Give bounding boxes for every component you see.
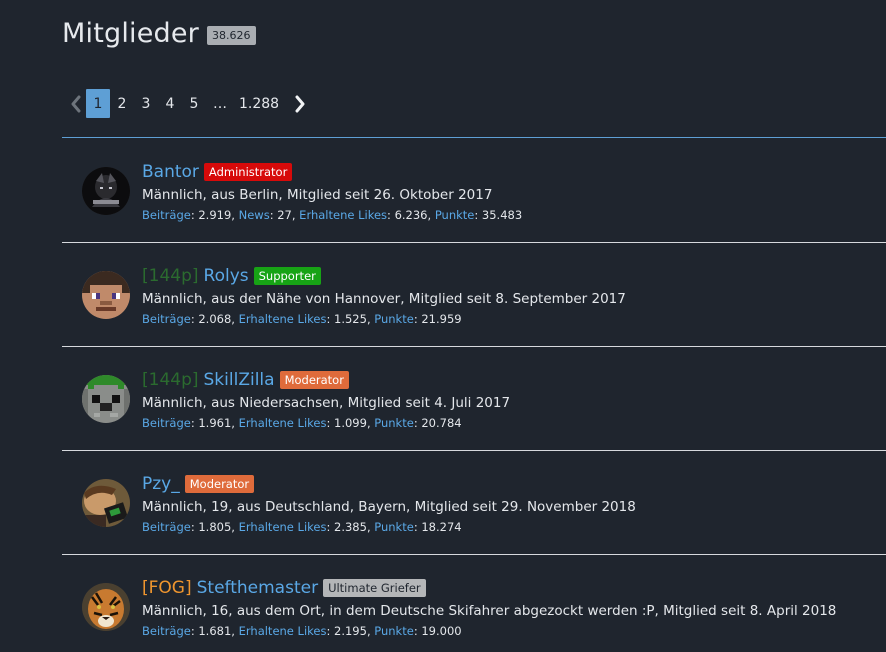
stat-value: 1.961: [198, 416, 232, 430]
page-link-3[interactable]: 3: [134, 89, 158, 118]
stat-label[interactable]: Erhaltene Likes: [239, 520, 327, 534]
avatar[interactable]: [82, 167, 130, 215]
next-page-icon[interactable]: [290, 89, 310, 118]
role-badge: Ultimate Griefer: [323, 579, 426, 597]
member-name[interactable]: Stefthemaster: [197, 578, 318, 598]
member-info: Pzy_ Moderator Männlich, 19, aus Deutsch…: [142, 473, 636, 534]
member-bio: Männlich, aus Niedersachsen, Mitglied se…: [142, 395, 511, 411]
page-ellipsis[interactable]: …: [208, 89, 232, 118]
stat-label[interactable]: Beiträge: [142, 312, 191, 326]
role-badge: Supporter: [253, 267, 321, 285]
stat-value: 1.681: [198, 624, 232, 638]
page-link-last[interactable]: 1.288: [234, 89, 284, 118]
role-badge: Moderator: [184, 475, 255, 493]
page-link-1[interactable]: 1: [86, 89, 110, 118]
stat-label[interactable]: Erhaltene Likes: [239, 624, 327, 638]
member-stats: Beiträge: 1.805, Erhaltene Likes: 2.385,…: [142, 520, 462, 534]
avatar[interactable]: [82, 583, 130, 631]
clan-tag: [FOG]: [142, 578, 192, 598]
stat-value: 2.068: [198, 312, 232, 326]
previous-page-icon[interactable]: [66, 89, 86, 118]
role-badge: Administrator: [203, 163, 293, 181]
member-row: [144p] Rolys Supporter Männlich, aus der…: [62, 243, 886, 347]
stat-label[interactable]: Erhaltene Likes: [299, 208, 387, 222]
member-bio: Männlich, aus der Nähe von Hannover, Mit…: [142, 291, 626, 307]
page-link-5[interactable]: 5: [182, 89, 206, 118]
role-badge: Moderator: [279, 371, 349, 389]
avatar[interactable]: [82, 375, 130, 423]
stat-value: 2.385: [334, 520, 367, 534]
member-bio: Männlich, aus Berlin, Mitglied seit 26. …: [142, 187, 493, 203]
stat-value: 27: [277, 208, 292, 222]
page-link-4[interactable]: 4: [158, 89, 182, 118]
stat-value: 1.525: [334, 312, 367, 326]
stat-label[interactable]: Punkte: [374, 416, 414, 430]
avatar[interactable]: [82, 479, 130, 527]
member-name[interactable]: SkillZilla: [204, 370, 275, 390]
member-info: [144p] Rolys Supporter Männlich, aus der…: [142, 265, 626, 326]
stat-label[interactable]: Beiträge: [142, 208, 191, 222]
stat-value: 19.000: [421, 624, 462, 638]
member-name[interactable]: Pzy_: [142, 474, 180, 494]
stat-label[interactable]: Beiträge: [142, 416, 191, 430]
stat-value: 2.919: [198, 208, 232, 222]
stat-value: 1.805: [198, 520, 232, 534]
member-count-badge: 38.626: [207, 26, 256, 45]
member-info: [144p] SkillZilla Moderator Männlich, au…: [142, 369, 510, 430]
stat-label[interactable]: Erhaltene Likes: [239, 416, 327, 430]
stat-label[interactable]: Beiträge: [142, 624, 191, 638]
member-bio: Männlich, 16, aus dem Ort, in dem Deutsc…: [142, 603, 837, 619]
list-top-divider: [62, 137, 886, 138]
avatar[interactable]: [82, 271, 130, 319]
member-row: [144p] SkillZilla Moderator Männlich, au…: [62, 347, 886, 451]
stat-label[interactable]: Punkte: [374, 312, 414, 326]
member-stats: Beiträge: 2.068, Erhaltene Likes: 1.525,…: [142, 312, 462, 326]
member-row: Pzy_ Moderator Männlich, 19, aus Deutsch…: [62, 451, 886, 555]
member-row: Bantor Administrator Männlich, aus Berli…: [62, 139, 886, 243]
page-link-2[interactable]: 2: [110, 89, 134, 118]
pagination: 1 2 3 4 5 … 1.288: [66, 89, 310, 118]
stat-label[interactable]: Beiträge: [142, 520, 191, 534]
page-header: Mitglieder 38.626: [62, 18, 256, 49]
member-row: [FOG] Stefthemaster Ultimate Griefer Män…: [62, 555, 886, 652]
stat-label[interactable]: Punkte: [435, 208, 475, 222]
stat-value: 18.274: [421, 520, 462, 534]
member-stats: Beiträge: 1.681, Erhaltene Likes: 2.195,…: [142, 624, 462, 638]
member-name[interactable]: Bantor: [142, 162, 199, 182]
clan-tag: [144p]: [142, 370, 199, 390]
stat-value: 6.236: [394, 208, 428, 222]
stat-label[interactable]: Punkte: [374, 624, 414, 638]
member-stats: Beiträge: 2.919, News: 27, Erhaltene Lik…: [142, 208, 523, 222]
stat-label[interactable]: Punkte: [374, 520, 414, 534]
stat-value: 35.483: [481, 208, 523, 222]
stat-value: 1.099: [334, 416, 367, 430]
stat-label[interactable]: News: [239, 208, 270, 222]
member-stats: Beiträge: 1.961, Erhaltene Likes: 1.099,…: [142, 416, 462, 430]
stat-value: 21.959: [421, 312, 462, 326]
member-info: [FOG] Stefthemaster Ultimate Griefer Män…: [142, 577, 836, 638]
stat-label[interactable]: Erhaltene Likes: [239, 312, 327, 326]
page-title: Mitglieder: [62, 18, 199, 49]
members-page: Mitglieder 38.626 1 2 3 4 5 … 1.288 Bant…: [0, 0, 886, 652]
member-name[interactable]: Rolys: [204, 266, 249, 286]
stat-value: 20.784: [421, 416, 462, 430]
member-bio: Männlich, 19, aus Deutschland, Bayern, M…: [142, 499, 636, 515]
member-info: Bantor Administrator Männlich, aus Berli…: [142, 161, 522, 222]
stat-value: 2.195: [334, 624, 367, 638]
clan-tag: [144p]: [142, 266, 199, 286]
